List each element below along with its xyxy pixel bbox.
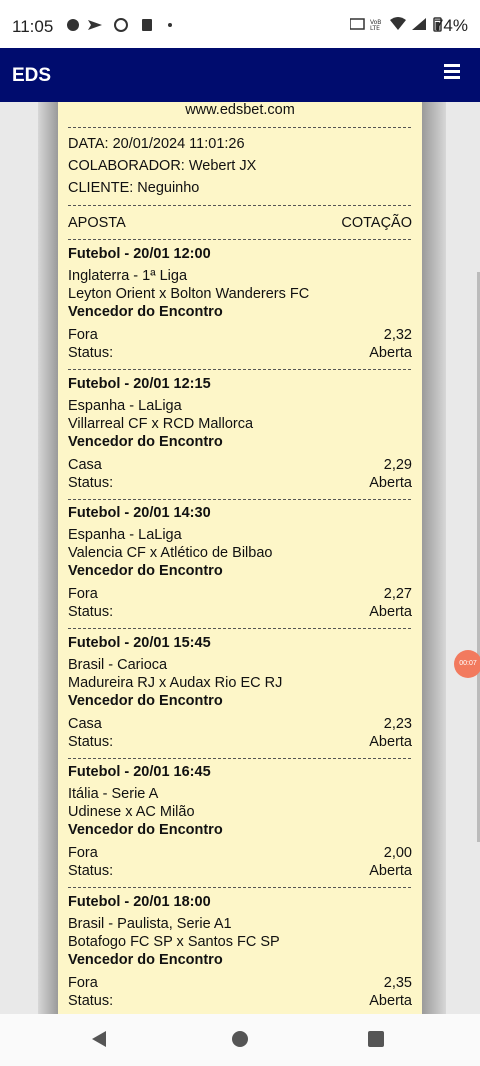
ticket-cliente: CLIENTE: Neguinho (68, 180, 200, 196)
bet-odd: 2,27 (383, 586, 412, 603)
bet-status-label: Status: (68, 604, 114, 621)
bet-odd: 2,00 (383, 845, 412, 862)
bet-status-label: Status: (68, 863, 114, 880)
bet-status-label: Status: (68, 474, 114, 491)
bet-match: Leyton Orient x Bolton Wanderers FC (68, 286, 310, 302)
bet-league: Espanha - LaLiga (68, 527, 182, 544)
bet-status: Aberta (369, 863, 412, 880)
bet-status-label: Status: (68, 993, 114, 1009)
app-bar: EDS (0, 48, 480, 102)
status-system-icons: VoB LTE (349, 16, 446, 37)
ticket-colaborador: COLABORADOR: Webert JX (68, 158, 257, 174)
bet-header: Futebol - 20/01 12:15 (68, 375, 211, 392)
bet-header: Futebol - 20/01 15:45 (68, 634, 211, 651)
divider (68, 127, 411, 128)
bet-league: Inglaterra - 1ª Liga (68, 268, 188, 284)
bet-status: Aberta (369, 474, 412, 491)
divider (68, 887, 411, 889)
bet-league: Itália - Serie A (68, 786, 159, 803)
bet-league: Brasil - Paulista, Serie A1 (68, 916, 232, 932)
content-area[interactable]: www.edsbet.com DATA: 20/01/2024 11:01:26… (0, 102, 480, 1014)
bet-pick: Casa (68, 456, 102, 473)
bet-odd: 2,32 (383, 327, 412, 343)
bet-receipt: www.edsbet.com DATA: 20/01/2024 11:01:26… (58, 102, 422, 1014)
divider (68, 757, 411, 759)
bet-market: Vencedor do Encontro (68, 952, 223, 968)
bet-pick: Fora (68, 586, 98, 603)
bet-market: Vencedor do Encontro (68, 433, 223, 450)
recent-apps-icon[interactable] (368, 1031, 384, 1047)
bet-market: Vencedor do Encontro (68, 822, 223, 839)
bet-status-label: Status: (68, 345, 114, 361)
bet-header: Futebol - 20/01 16:45 (68, 764, 211, 781)
bet-header: Futebol - 20/01 18:00 (68, 894, 211, 910)
bet-pick: Fora (68, 975, 98, 991)
bet-status: Aberta (369, 604, 412, 621)
bet-match: Botafogo FC SP x Santos FC SP (68, 934, 280, 950)
col-aposta: APOSTA (68, 215, 126, 231)
back-icon[interactable] (92, 1031, 106, 1047)
bet-header: Futebol - 20/01 12:00 (68, 246, 211, 262)
app-title: EDS (12, 65, 52, 86)
bet-match: Valencia CF x Atlético de Bilbao (68, 545, 273, 562)
battery-percent: 74% (433, 16, 468, 35)
bet-league: Brasil - Carioca (68, 656, 168, 673)
bet-market: Vencedor do Encontro (68, 304, 223, 320)
receipt-shadow-right (422, 102, 446, 1014)
divider (68, 239, 411, 240)
bet-match: Villarreal CF x RCD Mallorca (68, 415, 254, 432)
bet-league: Espanha - LaLiga (68, 397, 182, 414)
bet-market: Vencedor do Encontro (68, 563, 223, 580)
bet-pick: Casa (68, 715, 102, 732)
bet-match: Madureira RJ x Audax Rio EC RJ (68, 674, 283, 691)
bet-odd: 2,29 (383, 456, 412, 473)
divider (68, 498, 411, 500)
bet-odd: 2,35 (383, 975, 412, 991)
notification-icons (66, 18, 176, 37)
bet-status-label: Status: (68, 733, 114, 750)
divider (68, 205, 411, 206)
col-cotacao: COTAÇÃO (341, 215, 412, 231)
svg-text:LTE: LTE (370, 25, 380, 32)
bet-status: Aberta (369, 993, 412, 1009)
bet-pick: Fora (68, 327, 98, 343)
status-bar: 11:05 VoB LTE 74% (0, 0, 480, 48)
bet-status: Aberta (369, 733, 412, 750)
home-icon[interactable] (232, 1031, 248, 1047)
menu-icon[interactable] (444, 64, 460, 80)
bet-match: Udinese x AC Milão (68, 804, 195, 821)
site-url: www.edsbet.com (185, 102, 295, 118)
recording-timer[interactable]: 00:07 (454, 650, 480, 678)
receipt-shadow-left (38, 102, 58, 1014)
divider (68, 369, 411, 370)
bet-pick: Fora (68, 845, 98, 862)
bet-market: Vencedor do Encontro (68, 692, 223, 709)
divider (68, 628, 411, 630)
ticket-date: DATA: 20/01/2024 11:01:26 (68, 136, 245, 152)
bet-odd: 2,23 (383, 715, 412, 732)
bet-header: Futebol - 20/01 14:30 (68, 505, 211, 522)
status-time: 11:05 (12, 17, 54, 36)
bet-status: Aberta (369, 345, 412, 361)
